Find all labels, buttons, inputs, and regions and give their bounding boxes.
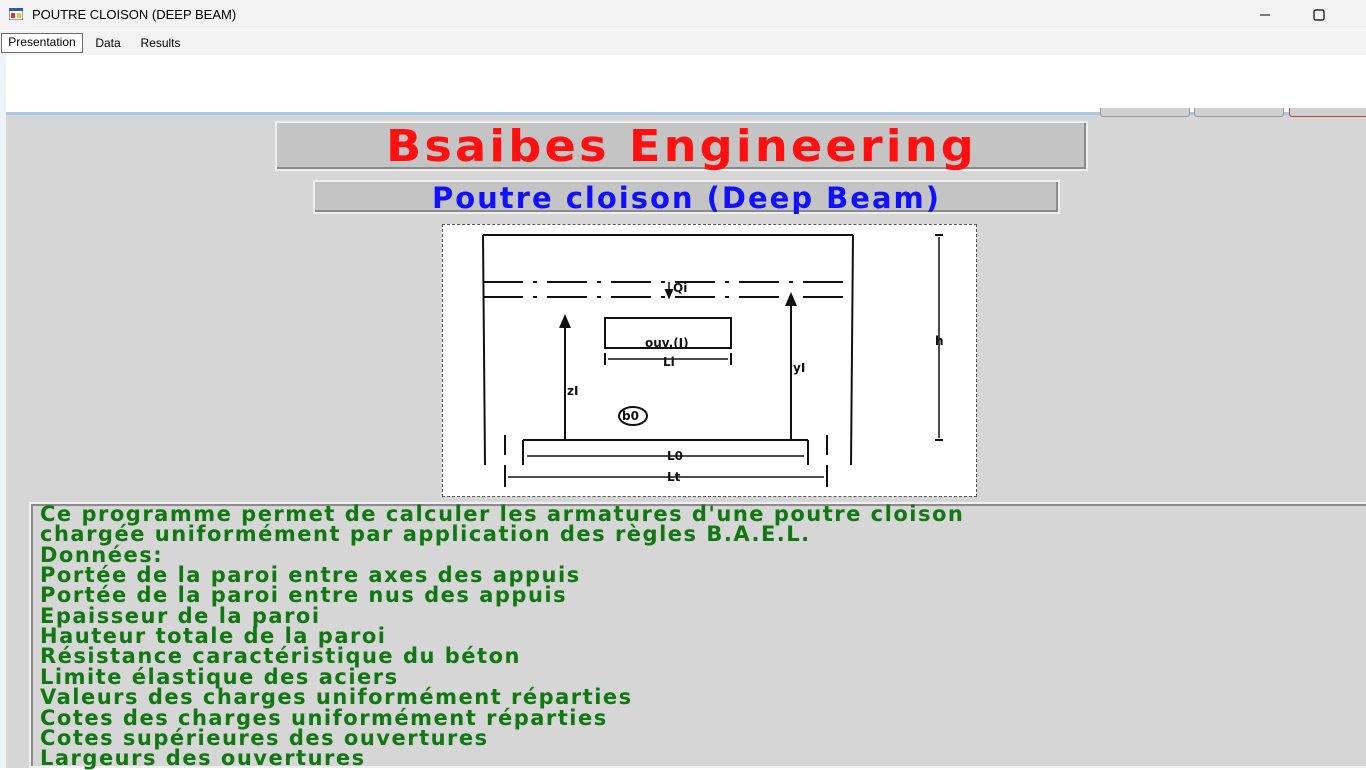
description-line: Portée de la paroi entre nus des appuis: [40, 583, 568, 607]
minimize-button[interactable]: [1242, 0, 1288, 30]
description-line: Epaisseur de la paroi: [40, 604, 321, 628]
toolbar-button-2[interactable]: [1194, 108, 1284, 117]
h-label: h: [935, 334, 944, 348]
deep-beam-drawing: Qi ouv.(I) Li yI h zI b0 L0 Lt: [482, 234, 944, 487]
subheading-box: Poutre cloison (Deep Beam): [313, 180, 1060, 215]
description-line: Ce programme permet de calculer les arma…: [40, 502, 965, 526]
description-line: Cotes supérieures des ouvertures: [40, 726, 489, 750]
li-label: Li: [663, 355, 675, 369]
description-line: Largeurs des ouvertures: [40, 746, 366, 770]
opening-label: ouv.(I): [645, 336, 689, 350]
deep-beam-diagram: Qi ouv.(I) Li yI h zI b0 L0 Lt: [442, 224, 977, 497]
description-line: Hauteur totale de la paroi: [40, 624, 387, 648]
company-heading: Bsaibes Engineering: [385, 121, 978, 172]
tab-presentation[interactable]: Presentation: [1, 33, 83, 53]
toolbar-button-3[interactable]: [1289, 108, 1366, 117]
qi-label: Qi: [673, 281, 687, 295]
app-icon: [9, 8, 23, 20]
heading-box: Bsaibes Engineering: [275, 121, 1088, 172]
toolbar-button-1[interactable]: [1100, 108, 1190, 117]
description-line: Données:: [40, 543, 164, 567]
tab-results[interactable]: Results: [134, 35, 187, 53]
title-bar: POUTRE CLOISON (DEEP BEAM): [0, 0, 1366, 30]
description-line: chargée uniformément par application des…: [40, 522, 811, 546]
b0-label: b0: [622, 409, 639, 423]
description-line: Résistance caractéristique du béton: [40, 644, 521, 668]
minimize-icon: [1260, 14, 1270, 16]
description-line: Portée de la paroi entre axes des appuis: [40, 563, 581, 587]
toolbar-area: [6, 55, 1366, 112]
zi-label: zI: [567, 384, 578, 398]
description-line: Limite élastique des aciers: [40, 665, 399, 689]
maximize-icon: [1313, 9, 1325, 21]
yi-label: yI: [793, 361, 805, 375]
description-line: Cotes des charges uniformément réparties: [40, 706, 608, 730]
description-line: Valeurs des charges uniformément réparti…: [40, 685, 633, 709]
tab-strip: Presentation Data Results: [0, 31, 1366, 55]
program-subheading: Poutre cloison (Deep Beam): [431, 181, 941, 215]
maximize-button[interactable]: [1296, 0, 1342, 30]
l0-label: L0: [667, 449, 683, 463]
lt-label: Lt: [667, 470, 681, 484]
tab-data[interactable]: Data: [84, 35, 132, 53]
window-title: POUTRE CLOISON (DEEP BEAM): [32, 7, 237, 22]
